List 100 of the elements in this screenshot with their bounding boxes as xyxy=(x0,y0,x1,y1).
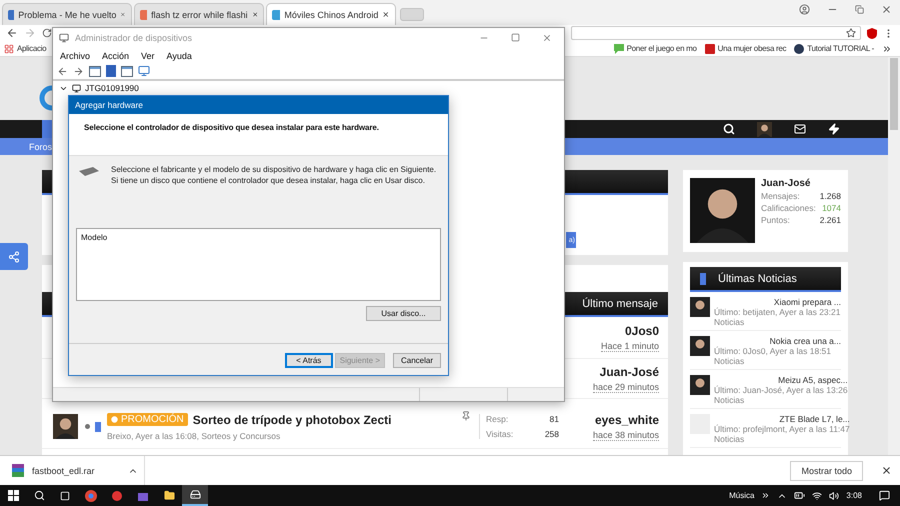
dot-icon xyxy=(111,416,118,423)
model-list[interactable]: Modelo xyxy=(76,228,441,301)
computer-icon xyxy=(72,84,81,92)
username[interactable]: eyes_white xyxy=(594,412,659,426)
stat-value: 258 xyxy=(544,429,559,439)
battery-icon[interactable] xyxy=(794,490,806,501)
menu-item[interactable]: Ver xyxy=(141,50,155,60)
stat-value: 81 xyxy=(550,414,559,424)
stat-label: Puntos: xyxy=(761,215,790,225)
news-byline: Último: betijaten, Ayer a las 23:21 xyxy=(714,307,841,317)
menu-item[interactable]: Archivo xyxy=(60,50,90,60)
hardware-icon xyxy=(79,167,99,177)
avatar xyxy=(690,336,710,356)
news-link[interactable]: Nokia crea una a... xyxy=(714,336,841,346)
more-bookmarks-icon[interactable] xyxy=(882,44,892,54)
avatar xyxy=(690,297,710,317)
dialog-heading: Seleccione el controlador de dispositivo que desea instalar para este hardware. xyxy=(84,123,379,132)
bookmark[interactable]: Poner el juego en mo xyxy=(614,44,697,54)
monitor-icon[interactable] xyxy=(138,65,150,77)
stat-label: Resp: xyxy=(486,414,508,424)
back-icon[interactable] xyxy=(6,27,18,39)
clock[interactable]: 3:08 xyxy=(846,491,862,500)
search-icon[interactable] xyxy=(723,123,735,135)
favicon-icon xyxy=(272,10,280,20)
close-icon[interactable] xyxy=(252,10,258,19)
stat-label: Visitas: xyxy=(486,429,514,439)
browser-tab[interactable]: flash tz error while flashi xyxy=(134,3,264,25)
news-category[interactable]: Noticias xyxy=(714,356,841,366)
properties-icon[interactable] xyxy=(121,66,133,76)
dialog-button[interactable]: Cancelar xyxy=(393,353,441,368)
username[interactable]: 0Jos0 xyxy=(624,324,659,338)
stat-value: 1.268 xyxy=(820,191,841,201)
profile-icon[interactable] xyxy=(799,4,810,15)
back-icon[interactable] xyxy=(57,66,68,76)
favicon-icon xyxy=(140,10,148,20)
close-icon[interactable] xyxy=(881,465,892,476)
menu-item[interactable]: Acción xyxy=(102,50,130,60)
profile-name[interactable]: Juan-José xyxy=(761,178,841,189)
news-byline: Último: profejlmont, Ayer a las 11:47 xyxy=(714,424,850,434)
browser-tab[interactable]: Problema - Me he vuelto xyxy=(2,3,132,25)
wifi-icon[interactable] xyxy=(812,490,822,500)
time-link[interactable]: hace 38 minutos xyxy=(592,430,659,440)
address-field[interactable] xyxy=(571,26,861,40)
avatar xyxy=(690,178,755,243)
computer-icon xyxy=(59,33,69,43)
restore-icon[interactable] xyxy=(855,5,864,14)
tray-label[interactable]: Música xyxy=(729,491,754,500)
share-button[interactable] xyxy=(0,243,28,270)
properties-icon[interactable] xyxy=(89,66,101,76)
speech-bubble-icon xyxy=(614,44,624,54)
news-category[interactable]: Noticias xyxy=(714,434,850,444)
bookmark[interactable]: Una mujer obesa rec xyxy=(704,44,786,54)
notification-icon[interactable] xyxy=(879,490,890,501)
menu-item[interactable]: Ayuda xyxy=(166,50,192,60)
stat-label: Mensajes: xyxy=(761,191,800,201)
dialog-button[interactable]: < Atrás xyxy=(284,353,333,368)
avatar xyxy=(690,375,710,395)
time-link[interactable]: Hace 1 minuto xyxy=(600,340,659,352)
forward-icon[interactable] xyxy=(73,66,84,76)
avatar xyxy=(53,414,78,439)
topic-title[interactable]: Sorteo de trípode y photobox Zecti xyxy=(192,412,392,426)
news-byline: Último: 0Jos0, Ayer a las 18:51 xyxy=(714,346,832,356)
more-icon[interactable] xyxy=(761,491,770,500)
device-manager-icon[interactable] xyxy=(182,485,208,506)
stat-value: 2.261 xyxy=(820,215,841,225)
scrollbar[interactable] xyxy=(888,57,900,455)
square-icon xyxy=(704,44,715,54)
close-icon[interactable] xyxy=(382,10,390,19)
tree-item[interactable]: JTG01091990 xyxy=(85,83,139,93)
news-link[interactable]: Meizu A5, aspec... xyxy=(714,375,848,385)
username[interactable]: Juan-José xyxy=(600,364,659,378)
mail-icon[interactable] xyxy=(794,123,806,135)
volume-icon[interactable] xyxy=(829,490,840,500)
star-icon[interactable] xyxy=(846,28,856,38)
use-disk-button[interactable]: Usar disco... xyxy=(366,306,441,321)
maximize-icon[interactable] xyxy=(511,33,520,42)
topic-meta: Breixo, Ayer a las 16:08, Sorteos y Concursos xyxy=(107,430,282,440)
share-icon xyxy=(8,250,20,262)
column-header: Último mensaje xyxy=(582,298,658,310)
flag-icon xyxy=(700,272,706,284)
news-link[interactable]: Xiaomi prepara ... xyxy=(714,297,841,307)
reload-icon[interactable] xyxy=(42,28,52,38)
news-byline: Último: Juan-José, Ayer a las 13:26 xyxy=(714,385,848,395)
bookmark[interactable]: Tutorial TUTORIAL - xyxy=(794,44,874,54)
bookmark[interactable]: Aplicacio xyxy=(4,44,46,54)
time-link[interactable]: hace 29 minutos xyxy=(592,382,659,392)
bolt-icon[interactable] xyxy=(828,123,840,135)
shield-icon[interactable] xyxy=(867,28,877,38)
flag-icon xyxy=(95,422,101,432)
news-category[interactable]: Noticias xyxy=(714,395,848,405)
apps-icon xyxy=(4,44,14,54)
pin-icon xyxy=(461,411,471,421)
browser-tab[interactable]: Móviles Chinos Android xyxy=(266,3,396,25)
news-category[interactable]: Noticias xyxy=(714,317,841,327)
news-title: Últimas Noticias xyxy=(718,272,797,284)
file-name[interactable]: fastboot_edl.rar xyxy=(32,466,95,476)
news-link[interactable]: ZTE Blade L7, le... xyxy=(714,414,850,424)
show-all-button[interactable]: Mostrar todo xyxy=(790,460,863,480)
subnav-link[interactable]: Foros xyxy=(29,142,52,152)
tag: PROMOCIÓN xyxy=(107,413,188,426)
